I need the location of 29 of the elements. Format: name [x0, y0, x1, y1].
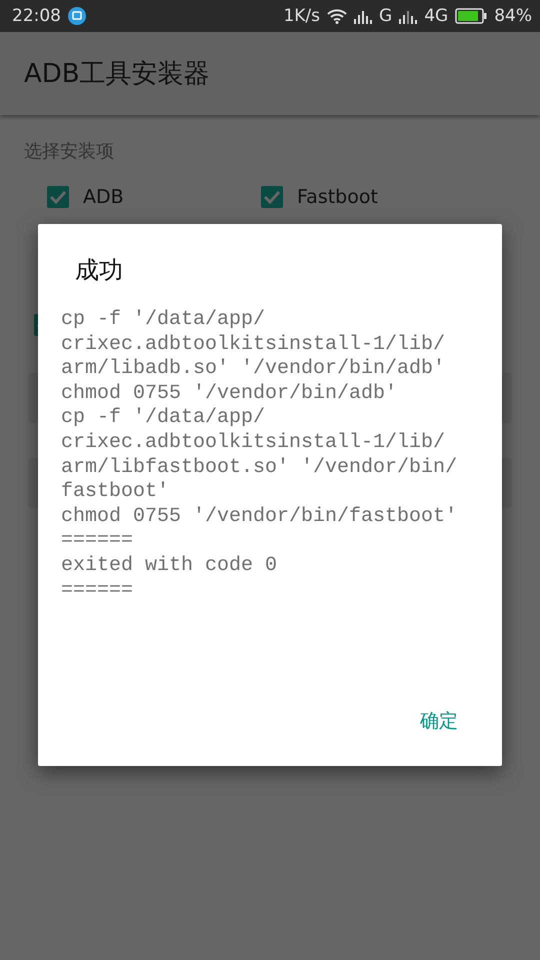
- output-line: chmod 0755 '/vendor/bin/fastboot': [61, 504, 458, 530]
- checkbox[interactable]: [46, 185, 70, 209]
- output-line: ======: [61, 578, 134, 604]
- clock: 22:08: [12, 6, 61, 26]
- signal-icon: [354, 8, 372, 24]
- dialog-title: 成功: [75, 255, 124, 286]
- output-line: cp -f '/data/app/: [61, 308, 266, 333]
- output-line: cp -f '/data/app/: [61, 406, 266, 431]
- option-label[interactable]: ADB: [83, 186, 124, 208]
- network-type: G: [379, 6, 392, 26]
- network-speed: 1K/s: [283, 6, 320, 26]
- checkbox[interactable]: [260, 185, 284, 209]
- output-line: arm/libfastboot.so' '/vendor/bin/: [61, 456, 458, 480]
- output-line: exited with code 0: [61, 554, 278, 579]
- output-line: crixec.adbtoolkitsinstall-1/lib/: [61, 430, 446, 456]
- network-type: 4G: [424, 6, 448, 26]
- output-line: ======: [61, 529, 134, 554]
- signal-icon: [399, 8, 418, 24]
- option-label[interactable]: Fastboot: [297, 186, 378, 208]
- output-line: fastboot': [61, 480, 170, 505]
- battery-icon: [455, 8, 488, 24]
- confirm-button[interactable]: 确定: [400, 700, 478, 742]
- app-title: ADB工具安装器: [24, 58, 210, 91]
- wifi-icon: [327, 8, 348, 24]
- notification-icon: [68, 7, 86, 25]
- output-line: chmod 0755 '/vendor/bin/adb': [61, 382, 398, 406]
- output-line: arm/libadb.so' '/vendor/bin/adb': [61, 357, 446, 382]
- battery-level: 84%: [494, 6, 532, 26]
- output-line: crixec.adbtoolkitsinstall-1/lib/: [61, 332, 446, 358]
